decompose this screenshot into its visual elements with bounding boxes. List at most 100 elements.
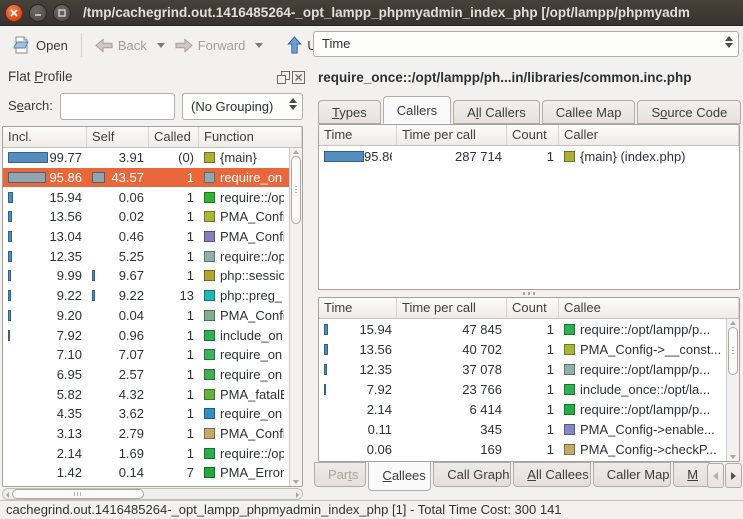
tab-scroll-right-button[interactable] [725, 463, 742, 488]
table-row[interactable]: 7.107.071require_on [3, 345, 289, 365]
vertical-scrollbar[interactable] [289, 148, 302, 486]
scroll-right-arrow-icon [731, 472, 736, 480]
column-header-called[interactable]: Called [149, 127, 199, 147]
table-row[interactable]: 4.353.621require_on [3, 404, 289, 424]
scroll-left-arrow-icon[interactable] [6, 492, 9, 498]
vertical-scrollbar[interactable] [726, 319, 739, 461]
column-header-function[interactable]: Function [199, 127, 302, 147]
table-row[interactable]: 1.400.022PMA_B [3, 483, 289, 487]
column-header-callee[interactable]: Callee [559, 298, 739, 318]
status-bar: cachegrind.out.1416485264-_opt_lampp_php… [0, 500, 743, 519]
scroll-right-arrow-icon[interactable] [296, 492, 299, 498]
table-row[interactable]: 99.773.91(0){main} [3, 148, 289, 168]
tab-callees[interactable]: Callees [368, 462, 431, 491]
column-header-time[interactable]: Time [319, 125, 397, 145]
column-header-time-per-call[interactable]: Time per call [397, 298, 507, 318]
table-row[interactable]: 13.560.021PMA_Confi [3, 207, 289, 227]
function-type-icon [564, 424, 575, 435]
table-row[interactable]: 12.3537 0781require::/opt/lampp/p... [319, 359, 726, 379]
table-row[interactable]: 2.141.691require::/op [3, 443, 289, 463]
tab-types[interactable]: Types [318, 100, 381, 124]
cost-bar [8, 330, 10, 341]
tab-scroll-left-button[interactable] [707, 463, 724, 488]
scrollbar-thumb[interactable] [291, 156, 301, 224]
horizontal-scrollbar[interactable] [2, 488, 303, 500]
callees-table: TimeTime per callCountCallee 15.9447 845… [318, 297, 740, 462]
search-input[interactable] [60, 93, 175, 120]
table-row[interactable]: 7.920.961include_on [3, 325, 289, 345]
table-row[interactable]: 12.355.251require::/op [3, 246, 289, 266]
function-type-icon [204, 448, 215, 459]
maximize-icon [57, 8, 67, 18]
column-header-incl[interactable]: Incl. [3, 127, 87, 147]
column-header-self[interactable]: Self [87, 127, 149, 147]
column-header-time[interactable]: Time [319, 298, 397, 318]
scrollbar-thumb[interactable] [728, 327, 738, 375]
grip-icon [295, 186, 297, 193]
table-row[interactable]: 7.9223 7661include_once::/opt/la... [319, 379, 726, 399]
tab-callee-map[interactable]: Callee Map [542, 100, 636, 124]
column-header-time-per-call[interactable]: Time per call [397, 125, 507, 145]
status-text: cachegrind.out.1416485264-_opt_lampp_php… [6, 502, 562, 517]
open-document-icon [11, 35, 31, 55]
open-button[interactable]: Open [6, 32, 73, 58]
forward-button[interactable]: Forward [170, 35, 251, 56]
column-header-count[interactable]: Count [507, 125, 559, 145]
function-type-icon [204, 349, 215, 360]
table-row[interactable]: 5.824.321PMA_fatalE [3, 384, 289, 404]
splitter-handle[interactable] [318, 290, 740, 297]
table-row[interactable]: 95.8643.571require_on [3, 168, 289, 188]
tab-call-graph[interactable]: Call Graph [433, 462, 511, 487]
table-row[interactable]: 1.420.147PMA_Error [3, 463, 289, 483]
table-row[interactable]: 13.040.461PMA_Confi [3, 227, 289, 247]
scroll-up-arrow-icon[interactable] [730, 321, 736, 325]
table-row[interactable]: 0.061691PMA_Config->checkP... [319, 439, 726, 459]
scroll-down-arrow-icon[interactable] [730, 455, 736, 459]
table-row[interactable]: 0.113451PMA_Config->enable... [319, 419, 726, 439]
window-maximize-button[interactable] [53, 4, 71, 22]
tab-all-callers[interactable]: All Callers [453, 100, 540, 124]
callers-table: TimeTime per callCountCaller 95.86287 71… [318, 124, 740, 290]
function-type-icon [204, 330, 215, 341]
function-type-icon [204, 231, 215, 242]
scroll-down-arrow-icon[interactable] [293, 480, 299, 484]
forward-button-label: Forward [198, 38, 246, 53]
table-row[interactable]: 9.200.041PMA_Confi [3, 306, 289, 326]
back-button[interactable]: Back [90, 35, 152, 56]
table-row[interactable]: 2.146 4141require::/opt/lampp/p... [319, 399, 726, 419]
dock-float-button[interactable] [277, 71, 291, 85]
table-row[interactable]: 15.9447 8451require::/opt/lampp/p... [319, 319, 726, 339]
tab-caller-map[interactable]: Caller Map [593, 462, 672, 487]
back-dropdown-caret[interactable] [157, 43, 165, 48]
grouping-selector[interactable]: (No Grouping) [182, 93, 303, 120]
table-row[interactable]: 95.86287 7141{main} (index.php) [319, 146, 739, 166]
table-row[interactable]: 9.229.2213php::preg_ [3, 286, 289, 306]
window-close-button[interactable] [5, 4, 23, 22]
scrollbar-thumb[interactable] [12, 489, 144, 499]
cost-bar [324, 344, 328, 355]
tab-all-callees[interactable]: All Callees [513, 462, 590, 487]
table-row[interactable]: 6.952.571require_on [3, 365, 289, 385]
column-header-count[interactable]: Count [507, 298, 559, 318]
function-type-icon [204, 290, 215, 301]
tab-source-code[interactable]: Source Code [637, 100, 741, 124]
table-header: TimeTime per callCountCaller [319, 125, 739, 146]
table-row[interactable]: 15.940.061require::/op [3, 187, 289, 207]
column-header-caller[interactable]: Caller [559, 125, 739, 145]
scroll-up-arrow-icon[interactable] [293, 150, 299, 154]
function-type-icon [564, 364, 575, 375]
cost-bar [324, 364, 327, 375]
tab-m[interactable]: M [673, 462, 710, 487]
table-row[interactable]: 13.5640 7021PMA_Config->__const... [319, 339, 726, 359]
titlebar[interactable]: /tmp/cachegrind.out.1416485264-_opt_lamp… [0, 0, 743, 26]
window-minimize-button[interactable] [29, 4, 47, 22]
dock-close-button[interactable] [292, 71, 306, 85]
table-row[interactable]: 3.132.791PMA_Confi [3, 424, 289, 444]
forward-dropdown-caret[interactable] [255, 43, 263, 48]
table-body: 99.773.91(0){main}95.8643.571require_on1… [3, 148, 289, 487]
function-type-icon [204, 310, 215, 321]
cost-bar [8, 211, 12, 222]
tab-callers[interactable]: Callers [383, 96, 451, 124]
table-row[interactable]: 9.999.671php::sessio [3, 266, 289, 286]
event-type-selector[interactable]: Time [313, 31, 739, 57]
